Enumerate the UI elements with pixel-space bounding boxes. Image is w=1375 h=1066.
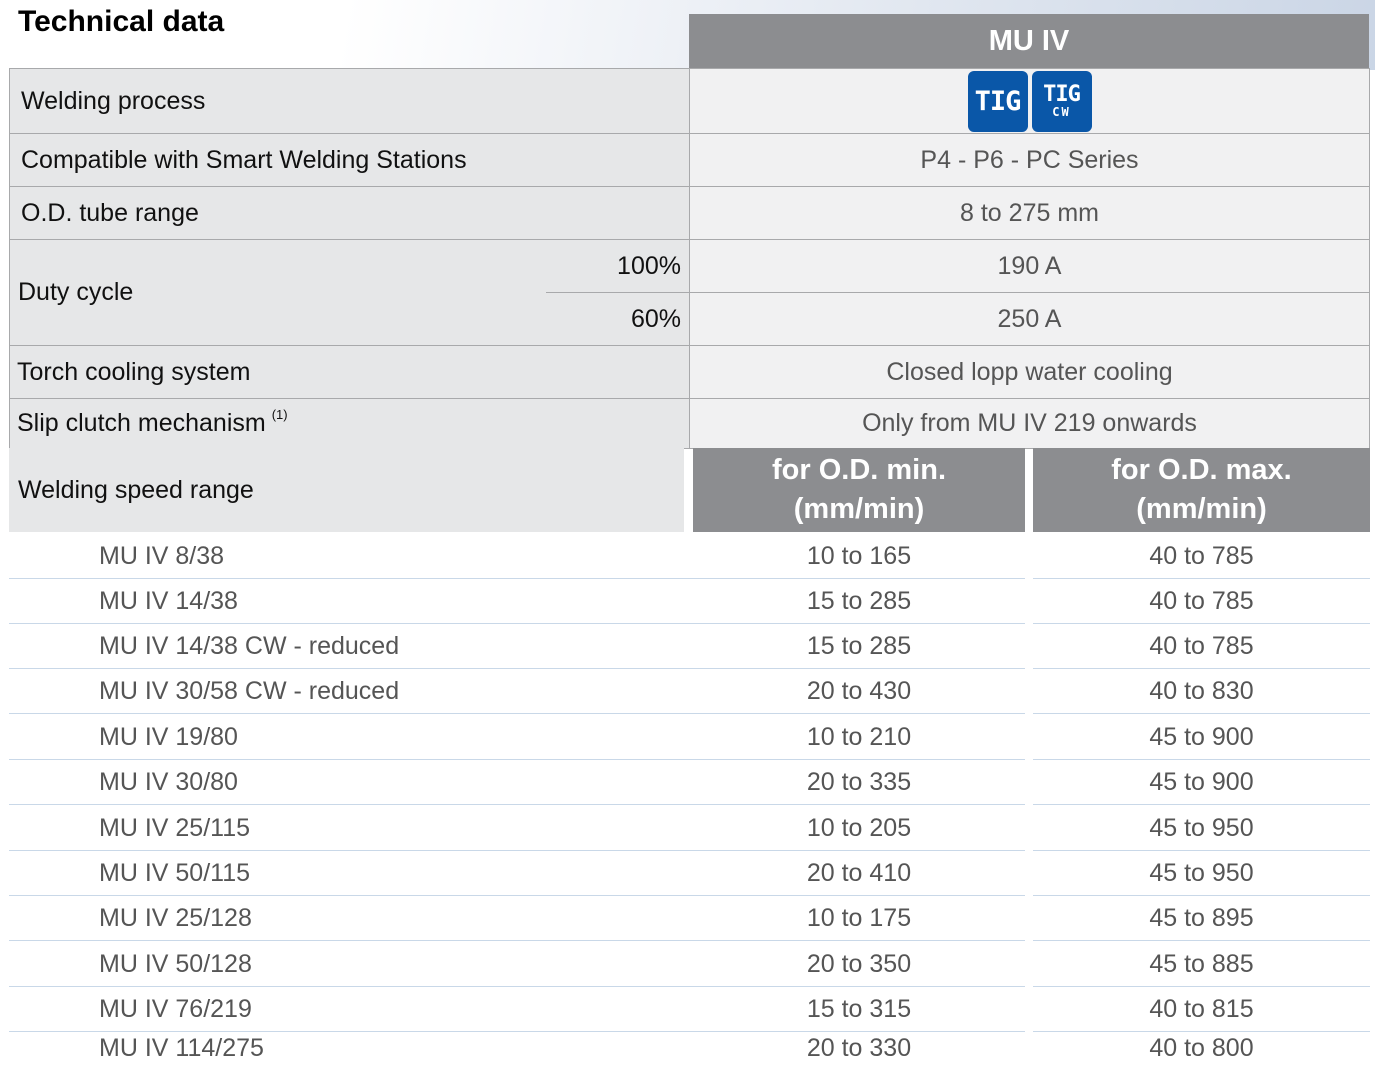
row-cooling: Torch cooling system Closed lopp water c… xyxy=(9,346,1370,399)
duty-cycle-text: Duty cycle xyxy=(18,278,134,306)
page-title: Technical data xyxy=(18,5,225,38)
speed-col-min-header: for O.D. min. (mm/min) xyxy=(693,448,1025,532)
row-slip-clutch: Slip clutch mechanism (1) Only from MU I… xyxy=(9,399,1370,449)
row-duty-cycle: Duty cycle 100% 60% 190 A 250 A xyxy=(9,240,1370,346)
duty-pct-100: 100% xyxy=(617,252,681,280)
table-row: MU IV 25/115 10 to 205 45 to 950 xyxy=(9,806,1370,851)
footnote-marker: (1) xyxy=(271,407,288,422)
table-row: MU IV 50/128 20 to 350 45 to 885 xyxy=(9,942,1370,987)
table-row: MU IV 19/80 10 to 210 45 to 900 xyxy=(9,715,1370,760)
welding-process-value: TIG TIG CW xyxy=(690,69,1369,133)
product-header: MU IV xyxy=(689,14,1369,69)
slip-clutch-value: Only from MU IV 219 onwards xyxy=(690,399,1369,448)
od-range-label: O.D. tube range xyxy=(10,187,690,239)
table-row: MU IV 14/38 CW - reduced 15 to 285 40 to… xyxy=(9,624,1370,669)
table-row: MU IV 14/38 15 to 285 40 to 785 xyxy=(9,579,1370,624)
cooling-label: Torch cooling system xyxy=(10,346,690,398)
compatible-value: P4 - P6 - PC Series xyxy=(690,134,1369,186)
cooling-value: Closed lopp water cooling xyxy=(690,346,1369,398)
table-row: MU IV 25/128 10 to 175 45 to 895 xyxy=(9,896,1370,941)
welding-process-label: Welding process xyxy=(10,69,690,133)
speed-col-max-header: for O.D. max. (mm/min) xyxy=(1033,448,1370,532)
table-row: MU IV 50/115 20 to 410 45 to 950 xyxy=(9,851,1370,896)
slip-clutch-label: Slip clutch mechanism (1) xyxy=(10,399,690,448)
table-row: MU IV 76/219 15 to 315 40 to 815 xyxy=(9,987,1370,1032)
duty-divider xyxy=(546,292,1369,293)
duty-value-100: 190 A xyxy=(997,251,1062,280)
row-compatible: Compatible with Smart Welding Stations P… xyxy=(9,134,1370,187)
tig-cw-icon: TIG CW xyxy=(1031,70,1092,132)
duty-value-60: 250 A xyxy=(997,304,1062,333)
duty-pct-60: 60% xyxy=(630,305,681,333)
slip-clutch-text: Slip clutch mechanism xyxy=(17,409,266,437)
table-row: MU IV 8/38 10 to 165 40 to 785 xyxy=(9,534,1370,579)
table-row: MU IV 30/58 CW - reduced 20 to 430 40 to… xyxy=(9,669,1370,714)
tig-icon: TIG xyxy=(967,70,1028,132)
table-row: MU IV 114/275 20 to 330 40 to 800 xyxy=(99,1034,1254,1062)
row-welding-process: Welding process TIG TIG CW xyxy=(9,68,1370,134)
speed-range-label: Welding speed range xyxy=(9,448,684,532)
od-range-value: 8 to 275 mm xyxy=(690,187,1369,239)
table-row: MU IV 30/80 20 to 335 45 to 900 xyxy=(9,760,1370,805)
compatible-label: Compatible with Smart Welding Stations xyxy=(10,134,690,186)
row-od-range: O.D. tube range 8 to 275 mm xyxy=(9,187,1370,240)
